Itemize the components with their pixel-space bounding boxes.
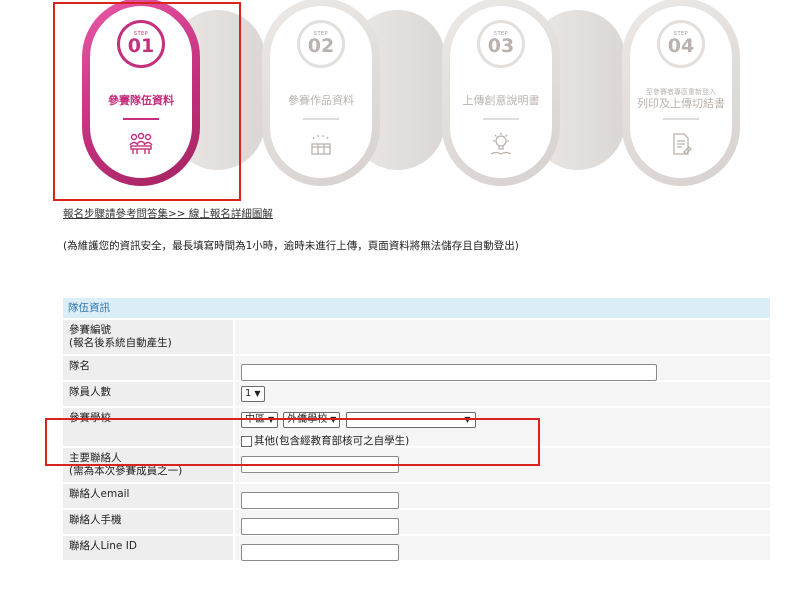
chevron-down-icon: ▼ bbox=[254, 389, 261, 398]
entry-no-label-note: (報名後系統自動產生) bbox=[69, 337, 172, 349]
document-edit-icon bbox=[673, 133, 692, 155]
form-row-phone: 聯絡人手機 bbox=[63, 508, 770, 535]
phone-label: 聯絡人手機 bbox=[63, 510, 233, 534]
form-row-email: 聯絡人email bbox=[63, 482, 770, 509]
line-id-input[interactable] bbox=[241, 544, 399, 561]
divider bbox=[483, 118, 519, 120]
phone-input[interactable] bbox=[241, 518, 399, 535]
form-row-line-id: 聯絡人Line ID bbox=[63, 534, 770, 561]
step-3-label: 上傳創意說明書 bbox=[462, 94, 540, 107]
step-4-mainlabel: 列印及上傳切結書 bbox=[637, 97, 725, 110]
member-count-select[interactable]: 1 ▼ bbox=[241, 386, 265, 402]
step-2-badge: STEP 02 bbox=[297, 20, 345, 68]
section-title: 隊伍資訊 bbox=[63, 298, 770, 318]
entry-no-value bbox=[235, 320, 770, 354]
active-step-highlight bbox=[53, 2, 241, 201]
email-input[interactable] bbox=[241, 492, 399, 509]
team-name-input[interactable] bbox=[241, 364, 657, 381]
lightbulb-book-icon bbox=[490, 133, 512, 155]
entry-no-label-main: 參賽編號 bbox=[69, 324, 111, 336]
step-4[interactable]: STEP 04 至參賽者專區重新登入 列印及上傳切結書 bbox=[622, 0, 740, 186]
email-label: 聯絡人email bbox=[63, 484, 233, 508]
registration-guide-link[interactable]: 報名步驟請參考問答集>> 線上報名詳細圖解 bbox=[63, 206, 273, 221]
divider bbox=[303, 118, 339, 120]
step-4-label: 至參賽者專區重新登入 列印及上傳切結書 bbox=[628, 88, 734, 110]
step-4-badge: STEP 04 bbox=[657, 20, 705, 68]
member-count-label: 隊員人數 bbox=[63, 382, 233, 406]
contact-label-note: (需為本次參賽成員之一) bbox=[69, 465, 183, 477]
session-timeout-notice: (為維護您的資訊安全，最長填寫時間為1小時，逾時未進行上傳，頁面資料將無法儲存且… bbox=[63, 240, 519, 252]
step-3[interactable]: STEP 03 上傳創意說明書 bbox=[442, 0, 560, 186]
school-row-highlight bbox=[45, 418, 540, 466]
sparkle-blocks-icon bbox=[311, 135, 331, 155]
form-row-member-count: 隊員人數 1 ▼ bbox=[63, 380, 770, 406]
line-id-label: 聯絡人Line ID bbox=[63, 536, 233, 560]
divider bbox=[663, 118, 699, 120]
step-progress: STEP 01 參賽隊伍資料 STEP 02 參賽作品資料 STEP 03 上傳… bbox=[0, 0, 800, 201]
step-4-sublabel: 至參賽者專區重新登入 bbox=[646, 88, 716, 96]
step-3-badge: STEP 03 bbox=[477, 20, 525, 68]
form-row-team-name: 隊名 bbox=[63, 354, 770, 381]
team-name-label: 隊名 bbox=[63, 356, 233, 380]
step-2[interactable]: STEP 02 參賽作品資料 bbox=[262, 0, 380, 186]
step-2-label: 參賽作品資料 bbox=[288, 94, 354, 107]
form-row-entry-no: 參賽編號 (報名後系統自動產生) bbox=[63, 318, 770, 354]
entry-no-label: 參賽編號 (報名後系統自動產生) bbox=[63, 320, 233, 354]
